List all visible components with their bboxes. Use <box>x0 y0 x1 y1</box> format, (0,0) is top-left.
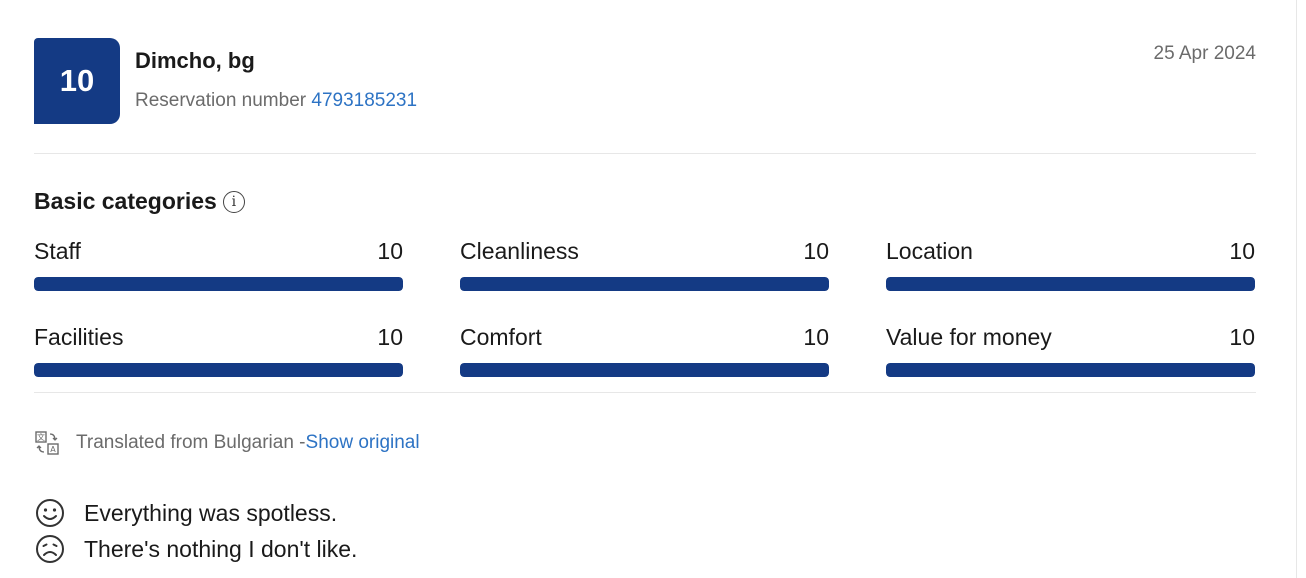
category-label: Value for money <box>886 324 1052 350</box>
category-bar <box>460 277 829 291</box>
category-label: Facilities <box>34 324 124 350</box>
score-badge: 10 <box>34 38 120 124</box>
translate-icon: 文 A <box>35 431 59 455</box>
category-grid: Staff 10 Cleanliness 10 Location 10 Faci… <box>34 237 1256 381</box>
positive-comment-text: Everything was spotless. <box>84 499 338 526</box>
category-bar <box>34 363 403 377</box>
category-score: 10 <box>1229 238 1255 264</box>
category-facilities: Facilities 10 <box>34 323 403 381</box>
category-label: Staff <box>34 238 81 264</box>
scrollbar-divider <box>1296 0 1297 578</box>
category-bar-fill <box>460 277 829 291</box>
categories-divider <box>34 392 1256 393</box>
reviewer-name: Dimcho, bg <box>135 48 255 73</box>
category-staff: Staff 10 <box>34 237 403 295</box>
category-score: 10 <box>377 238 403 264</box>
category-bar <box>886 363 1255 377</box>
negative-comment-text: There's nothing I don't like. <box>84 535 358 562</box>
svg-text:A: A <box>50 445 56 454</box>
category-label: Comfort <box>460 324 542 350</box>
header-divider <box>34 153 1256 154</box>
smile-icon <box>36 499 64 527</box>
category-bar-fill <box>886 363 1255 377</box>
review-date: 25 Apr 2024 <box>1153 43 1256 64</box>
reservation-info: Reservation number 4793185231 <box>135 90 417 112</box>
show-original-link[interactable]: Show original <box>306 432 420 454</box>
reservation-number-link[interactable]: 4793185231 <box>311 90 417 111</box>
negative-comment: There's nothing I don't like. <box>34 533 357 565</box>
category-bar-fill <box>34 363 403 377</box>
svg-text:文: 文 <box>37 432 45 442</box>
info-icon[interactable]: i <box>222 190 245 213</box>
category-label: Location <box>886 238 973 264</box>
positive-comment: Everything was spotless. <box>34 497 337 529</box>
category-location: Location 10 <box>886 237 1255 295</box>
category-bar-fill <box>886 277 1255 291</box>
frown-icon <box>36 535 64 563</box>
reservation-label: Reservation number <box>135 90 307 111</box>
category-score: 10 <box>377 324 403 350</box>
category-score: 10 <box>1229 324 1255 350</box>
category-score: 10 <box>803 324 829 350</box>
review-card: 10 Dimcho, bg Reservation number 4793185… <box>34 0 1256 578</box>
category-bar <box>34 277 403 291</box>
category-score: 10 <box>803 238 829 264</box>
category-bar <box>460 363 829 377</box>
category-label: Cleanliness <box>460 238 579 264</box>
translation-notice: 文 A Translated from Bulgarian - Show ori… <box>34 430 420 456</box>
translation-text: Translated from Bulgarian - <box>76 432 306 453</box>
category-value-for-money: Value for money 10 <box>886 323 1255 381</box>
category-bar <box>886 277 1255 291</box>
category-bar-fill <box>34 277 403 291</box>
category-comfort: Comfort 10 <box>460 323 829 381</box>
category-cleanliness: Cleanliness 10 <box>460 237 829 295</box>
categories-heading-text: Basic categories <box>34 188 217 214</box>
categories-heading: Basic categories i <box>34 188 245 215</box>
category-bar-fill <box>460 363 829 377</box>
